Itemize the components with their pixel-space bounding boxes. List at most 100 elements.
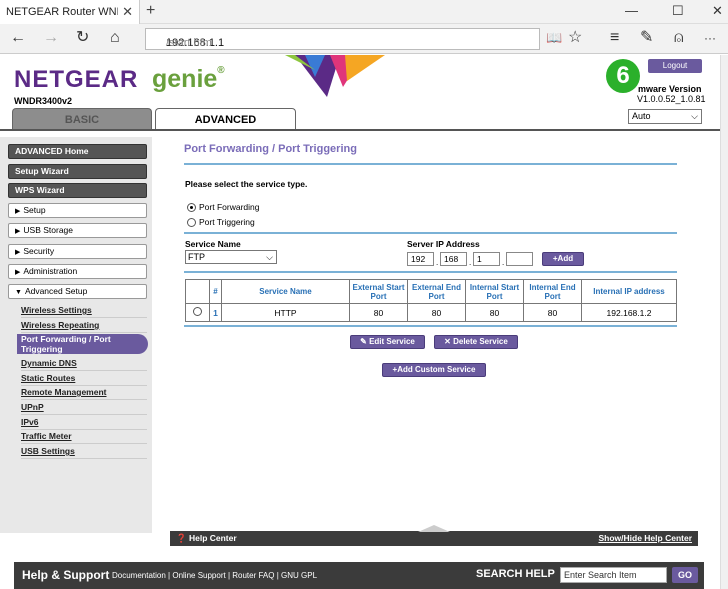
close-window-icon[interactable]: ✕ — [712, 3, 723, 19]
tab-basic[interactable]: BASIC — [12, 108, 152, 130]
radio-button[interactable] — [187, 217, 196, 227]
row-external-end-port: 80 — [407, 303, 466, 322]
chevron-down-icon: ⌵ — [691, 111, 698, 121]
port-forwarding-table: # Service Name External Start Port Exter… — [185, 279, 677, 322]
row-external-start-port: 80 — [349, 303, 408, 322]
router-page: NETGEAR genie® WNDR3400v2 6 Logout mware… — [0, 55, 720, 589]
ip-octet-1[interactable]: 192 — [407, 252, 434, 266]
add-button[interactable]: +Add — [542, 252, 584, 266]
sidebar-item-upnp[interactable]: UPnP — [21, 401, 147, 415]
browser-navbar: ← → ↻ ⌂ 192.168.1.1/start.htm 📖 ☆ ≡ ✎ ⍝ … — [0, 24, 728, 54]
main-panel: Port Forwarding / Port Triggering Please… — [170, 137, 698, 533]
share-icon[interactable]: ⍝ — [674, 29, 684, 47]
row-internal-start-port: 80 — [465, 303, 524, 322]
row-select-cell — [185, 303, 210, 322]
reading-view-icon[interactable]: 📖 — [546, 29, 562, 47]
sidebar-item-ipv6[interactable]: IPv6 — [21, 416, 147, 430]
sidebar-item-wps-wizard[interactable]: WPS Wizard — [8, 183, 147, 198]
maximize-icon[interactable]: ☐ — [672, 3, 684, 19]
sidebar-item-security[interactable]: ▶ Security — [8, 244, 147, 259]
step-badge: 6 — [606, 59, 640, 93]
sidebar-item-administration[interactable]: ▶ Administration — [8, 264, 147, 279]
caret-right-icon: ▶ — [15, 208, 21, 215]
radio-button-checked[interactable] — [187, 202, 196, 212]
footer: Help & Support Documentation | Online Su… — [14, 562, 704, 589]
ip-octet-2[interactable]: 168 — [440, 252, 467, 266]
sidebar-item-usb-storage[interactable]: ▶ USB Storage — [8, 223, 147, 238]
ip-octet-3[interactable]: 1 — [473, 252, 500, 266]
forward-icon[interactable]: → — [43, 29, 59, 47]
chevron-down-icon: ⌵ — [266, 252, 273, 262]
link-router-faq[interactable]: Router FAQ — [232, 571, 274, 580]
back-icon[interactable]: ← — [10, 29, 26, 47]
edit-service-button[interactable]: ✎ Edit Service — [350, 335, 425, 349]
search-help-label: SEARCH HELP — [476, 568, 555, 580]
help-center-link[interactable]: ❓ Help Center — [176, 533, 237, 544]
ip-dot: . — [469, 258, 472, 267]
sidebar-item-wireless-settings[interactable]: Wireless Settings — [21, 304, 147, 318]
help-center-bar: ❓ Help Center Show/Hide Help Center — [170, 525, 698, 546]
ip-dot: . — [502, 258, 505, 267]
caret-down-icon: ▼ — [15, 289, 22, 296]
model-name: WNDR3400v2 — [14, 96, 73, 106]
sidebar-item-static-routes[interactable]: Static Routes — [21, 372, 147, 386]
browser-tab[interactable]: NETGEAR Router WNDF ✕ — [0, 0, 140, 24]
divider — [184, 271, 677, 273]
sidebar-item-setup-wizard[interactable]: Setup Wizard — [8, 164, 147, 179]
sidebar-item-traffic-meter[interactable]: Traffic Meter — [21, 430, 147, 444]
radio-port-forwarding[interactable]: Port Forwarding — [187, 202, 259, 212]
tab-advanced[interactable]: ADVANCED — [155, 108, 296, 130]
minimize-icon[interactable]: — — [625, 3, 638, 18]
new-tab-icon[interactable]: + — [146, 2, 155, 20]
language-select[interactable]: Auto ⌵ — [628, 109, 702, 124]
link-online-support[interactable]: Online Support — [172, 571, 225, 580]
tab-close-icon[interactable]: ✕ — [122, 4, 133, 20]
divider — [184, 163, 677, 165]
table-header-row: # Service Name External Start Port Exter… — [185, 279, 677, 304]
address-bar[interactable]: 192.168.1.1/start.htm — [145, 28, 540, 50]
show-hide-help-link[interactable]: Show/Hide Help Center — [598, 533, 692, 543]
sidebar-item-setup[interactable]: ▶ Setup — [8, 203, 147, 218]
link-gnu-gpl[interactable]: GNU GPL — [281, 571, 317, 580]
search-go-button[interactable]: GO — [672, 567, 698, 583]
sidebar-item-remote-management[interactable]: Remote Management — [21, 386, 147, 400]
hub-icon[interactable]: ≡ — [610, 29, 619, 47]
radio-port-triggering[interactable]: Port Triggering — [187, 217, 255, 227]
service-name-label: Service Name — [185, 239, 241, 249]
favorite-icon[interactable]: ☆ — [568, 29, 582, 47]
caret-right-icon: ▶ — [15, 228, 21, 235]
row-internal-ip: 192.168.1.2 — [581, 303, 677, 322]
page-title: Port Forwarding / Port Triggering — [184, 143, 357, 155]
row-internal-end-port: 80 — [523, 303, 582, 322]
sidebar: ADVANCED Home Setup Wizard WPS Wizard ▶ S… — [0, 137, 152, 533]
add-custom-service-button[interactable]: +Add Custom Service — [382, 363, 486, 377]
ip-octet-4[interactable] — [506, 252, 533, 266]
service-name-select[interactable]: FTP ⌵ — [185, 250, 277, 264]
caret-right-icon: ▶ — [15, 249, 21, 256]
web-note-icon[interactable]: ✎ — [640, 29, 653, 47]
sidebar-item-advanced-home[interactable]: ADVANCED Home — [8, 144, 147, 159]
ip-dot: . — [436, 258, 439, 267]
expand-arrow-icon[interactable] — [418, 525, 450, 532]
sidebar-item-wireless-repeating[interactable]: Wireless Repeating — [21, 319, 147, 333]
search-help-input[interactable]: Enter Search Item — [560, 567, 667, 583]
firmware-version: V1.0.0.52_1.0.81 — [637, 94, 706, 104]
row-radio-button[interactable] — [193, 307, 202, 316]
sidebar-item-port-forwarding[interactable]: Port Forwarding / Port Triggering — [17, 334, 148, 354]
logout-button[interactable]: Logout — [648, 59, 702, 73]
help-support-title: Help & Support — [22, 568, 110, 582]
browser-titlebar: NETGEAR Router WNDF ✕ + — ☐ ✕ — [0, 0, 728, 24]
netgear-logo: NETGEAR — [14, 66, 139, 93]
more-icon[interactable]: ··· — [704, 29, 716, 47]
page-scrollbar[interactable] — [720, 55, 728, 589]
footer-links: Documentation | Online Support | Router … — [112, 571, 318, 580]
caret-right-icon: ▶ — [15, 269, 21, 276]
delete-service-button[interactable]: ✕ Delete Service — [434, 335, 518, 349]
row-index: 1 — [209, 303, 222, 322]
refresh-icon[interactable]: ↻ — [76, 29, 89, 47]
home-icon[interactable]: ⌂ — [110, 29, 120, 47]
sidebar-item-dynamic-dns[interactable]: Dynamic DNS — [21, 357, 147, 371]
link-documentation[interactable]: Documentation — [112, 571, 166, 580]
sidebar-item-usb-settings[interactable]: USB Settings — [21, 445, 147, 459]
sidebar-item-advanced-setup[interactable]: ▼ Advanced Setup — [8, 284, 147, 299]
